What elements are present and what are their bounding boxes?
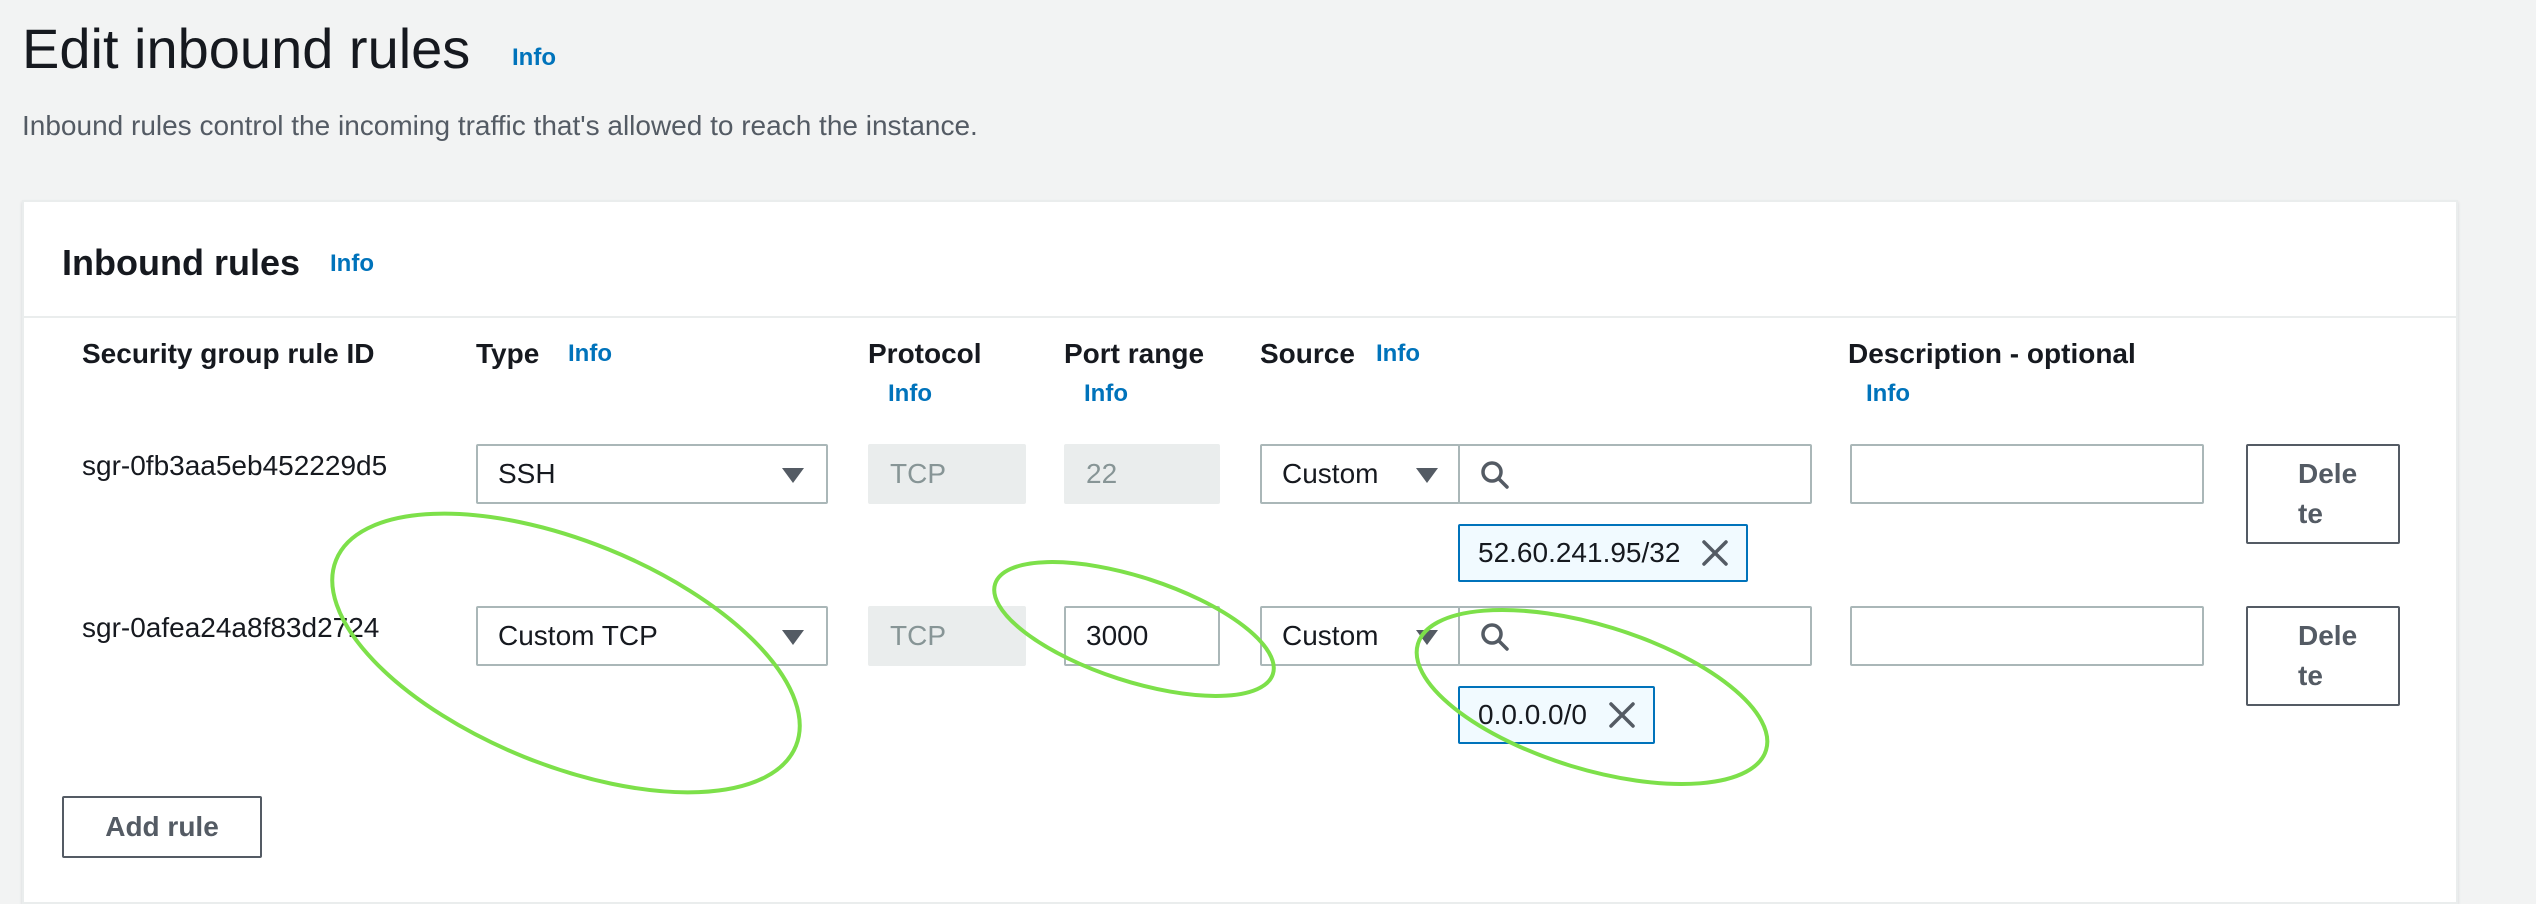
page-description: Inbound rules control the incoming traff… <box>22 110 978 141</box>
source-type-value: Custom <box>1282 458 1379 489</box>
port-range-info-link[interactable]: Info <box>1084 380 1128 408</box>
source-token: 0.0.0.0/0 <box>1458 686 1655 744</box>
rule-row: sgr-0fb3aa5eb452229d5 SSH TCP 22 Custom … <box>24 442 2456 592</box>
type-info-link[interactable]: Info <box>568 340 612 368</box>
page-title-text: Edit inbound rules <box>22 17 471 80</box>
column-header-port-range: Port range <box>1064 338 1205 369</box>
type-select[interactable]: SSH <box>476 444 828 504</box>
panel-title-info-link[interactable]: Info <box>330 250 374 278</box>
protocol-value: TCP <box>890 620 946 651</box>
add-rule-button[interactable]: Add rule <box>62 796 262 858</box>
protocol-field: TCP <box>868 444 1026 504</box>
panel-title: Inbound rules <box>62 242 300 283</box>
column-header-description: Description - optional <box>1848 338 2136 369</box>
source-info-link[interactable]: Info <box>1376 340 1420 368</box>
protocol-value: TCP <box>890 458 946 489</box>
source-type-select[interactable]: Custom <box>1260 606 1460 666</box>
type-select-value: SSH <box>498 458 556 489</box>
caret-down-icon <box>1416 468 1438 483</box>
description-input[interactable] <box>1850 606 2204 666</box>
protocol-field: TCP <box>868 606 1026 666</box>
source-search-input[interactable] <box>1458 606 1812 666</box>
port-range-input[interactable]: 3000 <box>1064 606 1220 666</box>
search-icon <box>1481 461 1509 489</box>
page-title-info-link[interactable]: Info <box>512 44 556 72</box>
delete-rule-button[interactable]: Delete <box>2246 444 2400 544</box>
close-icon[interactable] <box>1700 538 1730 568</box>
port-range-value: 22 <box>1086 458 1118 489</box>
column-header-protocol: Protocol <box>868 338 982 369</box>
type-select[interactable]: Custom TCP <box>476 606 828 666</box>
column-header-type: Type <box>476 338 540 369</box>
column-header-rule-id: Security group rule ID <box>82 338 375 369</box>
panel-header: Inbound rules Info <box>24 202 2456 318</box>
port-range-input: 22 <box>1064 444 1220 504</box>
description-input[interactable] <box>1850 444 2204 504</box>
add-rule-label: Add rule <box>105 811 219 842</box>
search-icon <box>1481 623 1509 651</box>
source-token-label: 52.60.241.95/32 <box>1478 537 1681 568</box>
rule-row: sgr-0afea24a8f83d2724 Custom TCP TCP 300… <box>24 604 2456 754</box>
caret-down-icon <box>782 630 804 645</box>
delete-label: Delete <box>2298 458 2358 529</box>
source-search-input[interactable] <box>1458 444 1812 504</box>
close-icon[interactable] <box>1607 700 1637 730</box>
delete-label: Delete <box>2298 620 2358 691</box>
description-info-link[interactable]: Info <box>1866 380 1910 408</box>
type-select-value: Custom TCP <box>498 620 658 651</box>
column-header-source: Source <box>1260 338 1355 369</box>
source-token-label: 0.0.0.0/0 <box>1478 699 1587 730</box>
port-range-value: 3000 <box>1086 620 1149 651</box>
rule-id: sgr-0afea24a8f83d2724 <box>82 612 380 643</box>
caret-down-icon <box>782 468 804 483</box>
source-type-select[interactable]: Custom <box>1260 444 1460 504</box>
delete-rule-button[interactable]: Delete <box>2246 606 2400 706</box>
source-type-value: Custom <box>1282 620 1379 651</box>
inbound-rules-panel: Inbound rules Info Security group rule I… <box>22 200 2458 904</box>
caret-down-icon <box>1416 630 1438 645</box>
rule-id: sgr-0fb3aa5eb452229d5 <box>82 450 388 481</box>
page-title: Edit inbound rules <box>22 10 470 88</box>
protocol-info-link[interactable]: Info <box>888 380 932 408</box>
source-token: 52.60.241.95/32 <box>1458 524 1749 582</box>
